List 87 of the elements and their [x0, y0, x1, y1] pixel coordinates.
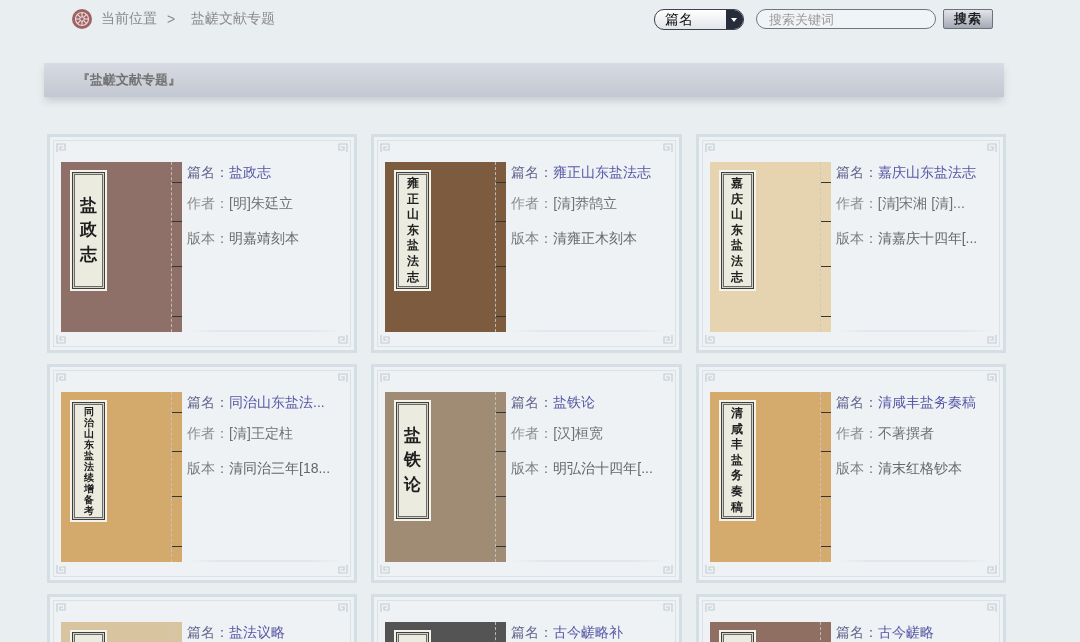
- title-label: 篇名：: [511, 393, 554, 412]
- cover-label: 嘉庆山东盐法志: [718, 170, 756, 292]
- title-label: 篇名：: [835, 163, 878, 182]
- cover-label: 同治山东盐法续增备考: [70, 400, 107, 522]
- corner-ornament-icon: [380, 373, 391, 383]
- edition-text: 清末红格钞本: [877, 459, 962, 478]
- book-title-link[interactable]: 古今鹾略补: [553, 622, 624, 642]
- book-title-link[interactable]: 盐法议略: [229, 622, 285, 642]
- author-label: 作者：: [187, 424, 229, 443]
- corner-ornament-icon: [56, 603, 66, 613]
- section-title: 『盐鹾文献专题』: [77, 71, 181, 89]
- edition-label: 版本：: [511, 229, 554, 248]
- edition-label: 版本：: [187, 459, 229, 478]
- breadcrumb-label: 当前位置: [101, 10, 157, 28]
- corner-ornament-icon: [662, 373, 673, 383]
- corner-ornament-icon: [987, 564, 997, 574]
- corner-ornament-icon: [662, 334, 673, 344]
- title-label: 篇名：: [187, 393, 229, 412]
- cover-label: 盐政志: [70, 170, 107, 291]
- breadcrumb-current: 盐鹾文献专题: [191, 10, 276, 28]
- title-label: 篇名：: [187, 623, 229, 642]
- corner-ornament-icon: [662, 603, 673, 613]
- author-text: [清]宋湘 [清]...: [877, 194, 965, 213]
- title-label: 篇名：: [835, 623, 878, 642]
- corner-ornament-icon: [704, 334, 715, 344]
- title-label: 篇名：: [511, 163, 554, 182]
- corner-ornament-icon: [662, 143, 673, 153]
- corner-ornament-icon: [338, 143, 349, 153]
- edition-text: 清雍正木刻本: [553, 229, 638, 248]
- author-text: [清]莽鹄立: [553, 194, 618, 213]
- corner-ornament-icon: [704, 603, 715, 613]
- book-title-link[interactable]: 雍正山东盐法志: [553, 162, 652, 182]
- cover-label: 盐铁论: [394, 400, 432, 521]
- corner-ornament-icon: [56, 334, 66, 344]
- corner-ornament-icon: [987, 603, 997, 613]
- book-title-link[interactable]: 嘉庆山东盐法志: [877, 162, 976, 182]
- title-label: 篇名：: [511, 623, 554, 642]
- caret-icon[interactable]: [726, 9, 743, 29]
- book-title-link[interactable]: 古今鹾略: [877, 622, 934, 642]
- search-button[interactable]: 搜索: [943, 9, 993, 29]
- book-title-link[interactable]: 同治山东盐法...: [229, 392, 325, 412]
- corner-ornament-icon: [338, 603, 349, 613]
- author-text: [明]朱廷立: [229, 194, 293, 213]
- book-title-link[interactable]: 清咸丰盐务奏稿: [877, 392, 976, 412]
- breadcrumb-separator: >: [167, 11, 176, 27]
- edition-text: 清同治三年[18...: [229, 459, 331, 478]
- corner-ornament-icon: [987, 143, 997, 153]
- book-title-link[interactable]: 盐政志: [229, 162, 271, 182]
- book-title-link[interactable]: 盐铁论: [553, 392, 596, 412]
- author-text: 不著撰者: [877, 424, 934, 443]
- edition-label: 版本：: [835, 459, 878, 478]
- edition-text: 清嘉庆十四年[...: [877, 229, 978, 248]
- round-emblem-icon: [72, 9, 92, 29]
- corner-ornament-icon: [987, 334, 997, 344]
- author-label: 作者：: [835, 424, 878, 443]
- author-label: 作者：: [511, 424, 554, 443]
- corner-ornament-icon: [987, 373, 997, 383]
- corner-ornament-icon: [380, 603, 391, 613]
- corner-ornament-icon: [338, 373, 349, 383]
- corner-ornament-icon: [704, 373, 715, 383]
- author-label: 作者：: [511, 194, 554, 213]
- edition-text: 明弘治十四年[...: [553, 459, 653, 478]
- corner-ornament-icon: [704, 143, 715, 153]
- search-field[interactable]: 搜索关键词: [756, 9, 936, 29]
- author-text: [汉]桓宽: [553, 424, 604, 443]
- edition-label: 版本：: [187, 229, 229, 248]
- corner-ornament-icon: [338, 334, 349, 344]
- corner-ornament-icon: [380, 564, 391, 574]
- edition-label: 版本：: [835, 229, 878, 248]
- author-text: [清]王定柱: [229, 424, 293, 443]
- field-select[interactable]: 篇名: [654, 8, 744, 30]
- cover-label: 清咸丰盐务奏稿: [718, 400, 756, 522]
- corner-ornament-icon: [704, 564, 715, 574]
- edition-label: 版本：: [511, 459, 554, 478]
- corner-ornament-icon: [662, 564, 673, 574]
- author-label: 作者：: [835, 194, 878, 213]
- corner-ornament-icon: [380, 334, 391, 344]
- corner-ornament-icon: [56, 373, 66, 383]
- corner-ornament-icon: [338, 564, 349, 574]
- edition-text: 明嘉靖刻本: [229, 229, 299, 248]
- author-label: 作者：: [187, 194, 229, 213]
- corner-ornament-icon: [56, 564, 66, 574]
- corner-ornament-icon: [380, 143, 391, 153]
- corner-ornament-icon: [56, 143, 66, 153]
- cover-label: 雍正山东盐法志: [394, 170, 432, 292]
- title-label: 篇名：: [187, 163, 229, 182]
- title-label: 篇名：: [835, 393, 878, 412]
